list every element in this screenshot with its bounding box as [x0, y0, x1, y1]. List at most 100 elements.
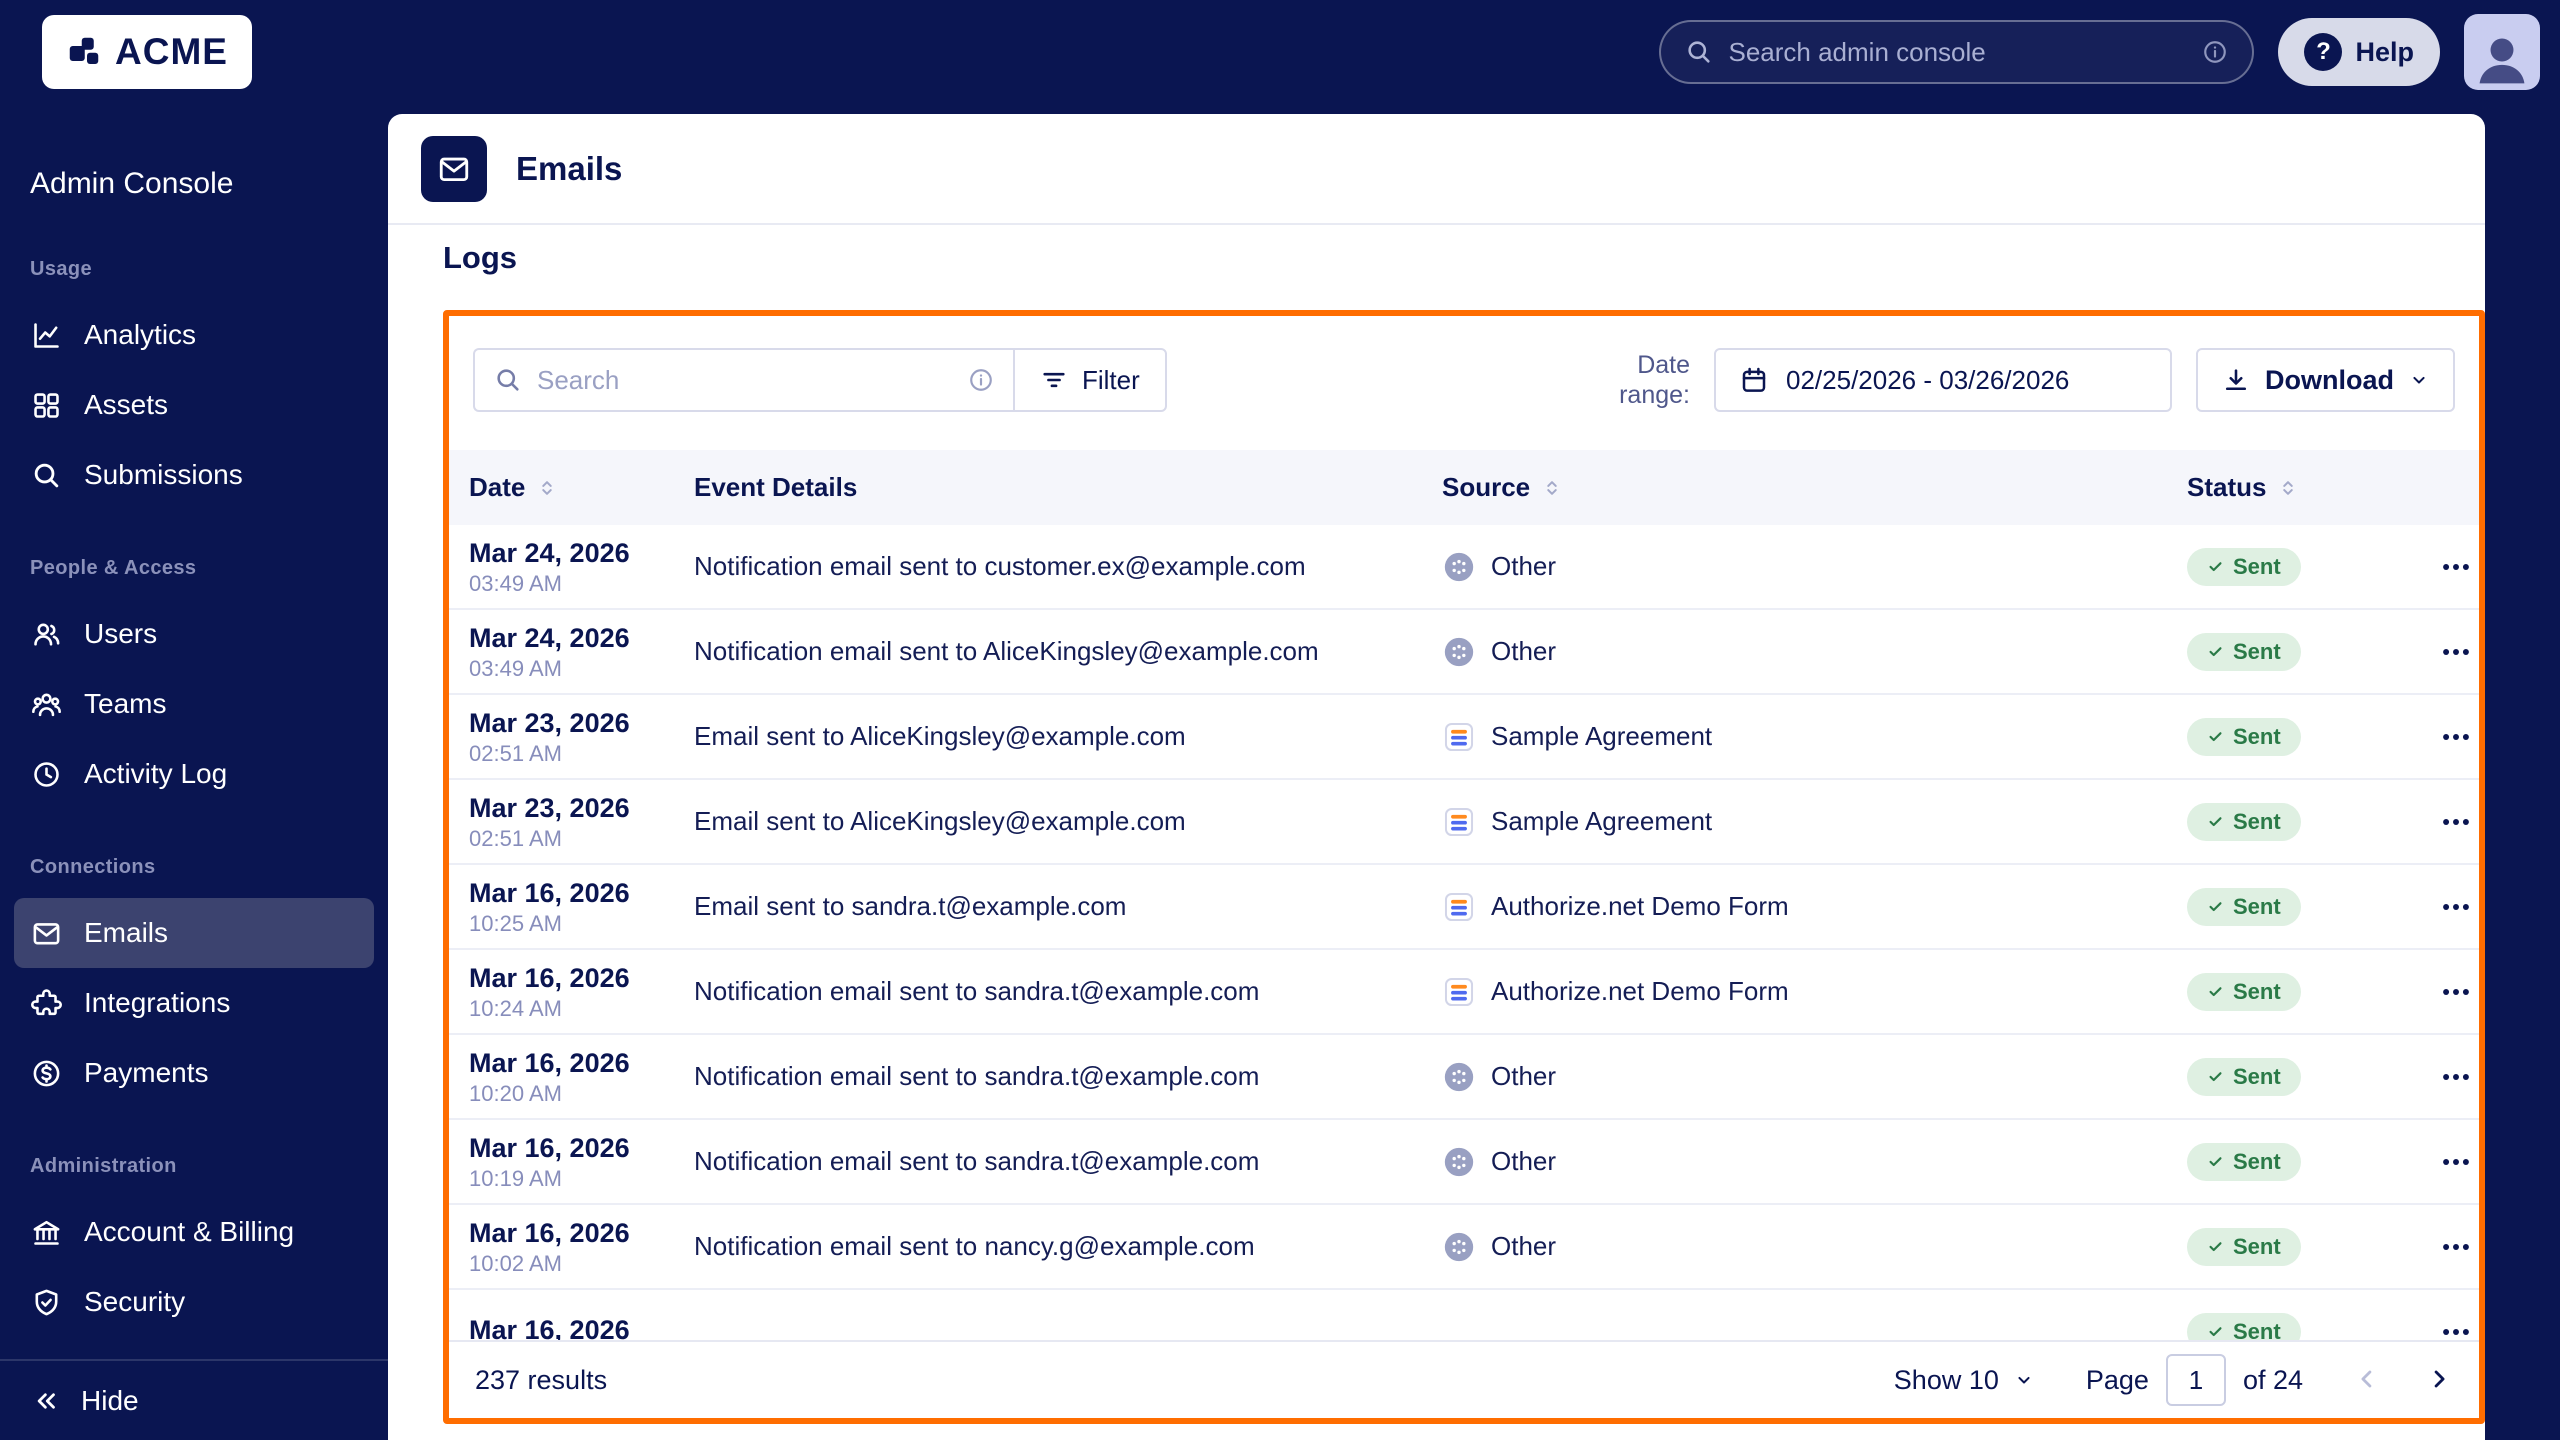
info-icon[interactable]: [968, 367, 994, 393]
person-icon: [2470, 26, 2534, 90]
column-label: Event Details: [694, 472, 858, 502]
sidebar-item-teams[interactable]: Teams: [14, 669, 374, 739]
search-icon: [1685, 38, 1713, 66]
date-range-label-line2: range:: [1619, 381, 1690, 409]
row-actions-button[interactable]: [2433, 799, 2479, 845]
table-row[interactable]: Mar 24, 2026 03:49 AM Notification email…: [449, 525, 2479, 610]
check-icon: [2207, 1323, 2224, 1340]
sidebar-item-submissions[interactable]: Submissions: [14, 440, 374, 510]
acme-logo-text: ACME: [115, 31, 228, 72]
sidebar-item-assets[interactable]: Assets: [14, 370, 374, 440]
sort-icon[interactable]: [2278, 478, 2298, 498]
row-actions-button[interactable]: [2433, 884, 2479, 930]
row-source-cell: Authorize.net Demo Form: [1442, 890, 2187, 924]
table-row[interactable]: Mar 23, 2026 02:51 AM Email sent to Alic…: [449, 695, 2479, 780]
row-actions-button[interactable]: [2433, 1139, 2479, 1185]
assets-icon: [31, 390, 62, 421]
table-row[interactable]: Mar 24, 2026 03:49 AM Notification email…: [449, 610, 2479, 695]
row-actions-button[interactable]: [2433, 969, 2479, 1015]
filter-button[interactable]: Filter: [1013, 348, 1167, 412]
row-source: Authorize.net Demo Form: [1491, 976, 1789, 1006]
hide-sidebar-button[interactable]: Hide: [0, 1385, 170, 1417]
row-source-cell: Sample Agreement: [1442, 720, 2187, 754]
chevron-down-icon: [2409, 370, 2429, 390]
users-icon: [31, 619, 62, 650]
sidebar-item-integrations[interactable]: Integrations: [14, 968, 374, 1038]
sidebar-section-label: Usage: [30, 258, 93, 280]
sidebar-item-security[interactable]: Security: [14, 1267, 374, 1337]
status-label: Sent: [2233, 553, 2281, 579]
row-event: Notification email sent to nancy.g@examp…: [694, 1231, 1255, 1261]
teams-icon: [31, 689, 62, 720]
page-size-select[interactable]: Show 10: [1894, 1365, 2034, 1396]
row-actions-button[interactable]: [2433, 544, 2479, 590]
sort-icon[interactable]: [1542, 478, 1562, 498]
sidebar-item-emails[interactable]: Emails: [14, 898, 374, 968]
topbar: ACME ? Help: [0, 0, 2560, 104]
envelope-icon: [437, 152, 471, 186]
sidebar-section-label: Connections: [30, 856, 156, 878]
question-icon: ?: [2304, 33, 2343, 71]
row-actions-button[interactable]: [2433, 1309, 2479, 1341]
table-header: Date Event Details Source Status: [449, 450, 2479, 525]
column-header-status[interactable]: Status: [2187, 472, 2432, 503]
row-date: Mar 23, 2026: [469, 792, 630, 823]
admin-search-input[interactable]: [1728, 36, 2188, 68]
column-label: Status: [2187, 472, 2267, 502]
sidebar-item-label: Submissions: [84, 459, 243, 490]
acme-logo[interactable]: ACME: [42, 15, 252, 89]
sidebar-title: Admin Console: [30, 167, 234, 200]
status-label: Sent: [2233, 1148, 2281, 1174]
prev-page-button[interactable]: [2353, 1365, 2381, 1396]
filter-label: Filter: [1082, 364, 1140, 395]
row-date-cell: Mar 23, 2026 02:51 AM: [469, 793, 694, 851]
page-input[interactable]: [2165, 1354, 2226, 1406]
table-row[interactable]: Mar 16, 2026 Sent: [449, 1290, 2479, 1340]
date-range-picker[interactable]: 02/25/2026 - 03/26/2026: [1714, 348, 2172, 412]
sidebar-item-payments[interactable]: Payments: [14, 1038, 374, 1108]
row-date-cell: Mar 16, 2026 10:25 AM: [469, 878, 694, 936]
help-button[interactable]: ? Help: [2278, 18, 2440, 86]
status-label: Sent: [2233, 1318, 2281, 1341]
page-size-label: Show 10: [1893, 1364, 1999, 1395]
download-button[interactable]: Download: [2196, 348, 2455, 412]
table-row[interactable]: Mar 16, 2026 10:19 AM Notification email…: [449, 1120, 2479, 1205]
row-actions-button[interactable]: [2433, 714, 2479, 760]
next-page-button[interactable]: [2425, 1365, 2453, 1396]
logs-search-input[interactable]: [537, 364, 953, 396]
row-event: Notification email sent to sandra.t@exam…: [694, 1146, 1260, 1176]
sidebar-item-account-billing[interactable]: Account & Billing: [14, 1197, 374, 1267]
check-icon: [2207, 1238, 2224, 1255]
table-row[interactable]: Mar 23, 2026 02:51 AM Email sent to Alic…: [449, 780, 2479, 865]
sidebar-item-activity-log[interactable]: Activity Log: [14, 739, 374, 809]
admin-search-box: [1659, 20, 2255, 84]
more-options-icon: [2439, 1060, 2473, 1094]
toolbar-right: Date range: 02/25/2026 - 03/26/2026 Down: [1619, 348, 2455, 412]
sidebar-item-analytics[interactable]: Analytics: [14, 300, 374, 370]
column-header-source[interactable]: Source: [1442, 472, 2187, 503]
globe-icon: [1442, 1230, 1476, 1264]
row-date-cell: Mar 16, 2026 10:24 AM: [469, 963, 694, 1021]
row-actions-button[interactable]: [2433, 1054, 2479, 1100]
sidebar-item-users[interactable]: Users: [14, 599, 374, 669]
column-header-date[interactable]: Date: [469, 472, 694, 503]
sort-icon[interactable]: [537, 478, 557, 498]
table-row[interactable]: Mar 16, 2026 10:02 AM Notification email…: [449, 1205, 2479, 1290]
status-badge: Sent: [2187, 1142, 2301, 1181]
globe-icon: [1442, 635, 1476, 669]
info-icon[interactable]: [2202, 39, 2228, 65]
table-row[interactable]: Mar 16, 2026 10:25 AM Email sent to sand…: [449, 865, 2479, 950]
row-actions-button[interactable]: [2433, 1224, 2479, 1270]
row-status-cell: Sent: [2187, 972, 2432, 1011]
table-row[interactable]: Mar 16, 2026 10:24 AM Notification email…: [449, 950, 2479, 1035]
status-badge: Sent: [2187, 717, 2301, 756]
more-options-icon: [2439, 635, 2473, 669]
sidebar-item-label: Users: [84, 618, 158, 649]
table-row[interactable]: Mar 16, 2026 10:20 AM Notification email…: [449, 1035, 2479, 1120]
form-icon: [1442, 805, 1476, 839]
row-actions-button[interactable]: [2433, 629, 2479, 675]
row-status-cell: Sent: [2187, 1142, 2432, 1181]
row-date: Mar 16, 2026: [469, 1315, 630, 1340]
row-date-cell: Mar 24, 2026 03:49 AM: [469, 538, 694, 596]
avatar[interactable]: [2464, 14, 2540, 90]
